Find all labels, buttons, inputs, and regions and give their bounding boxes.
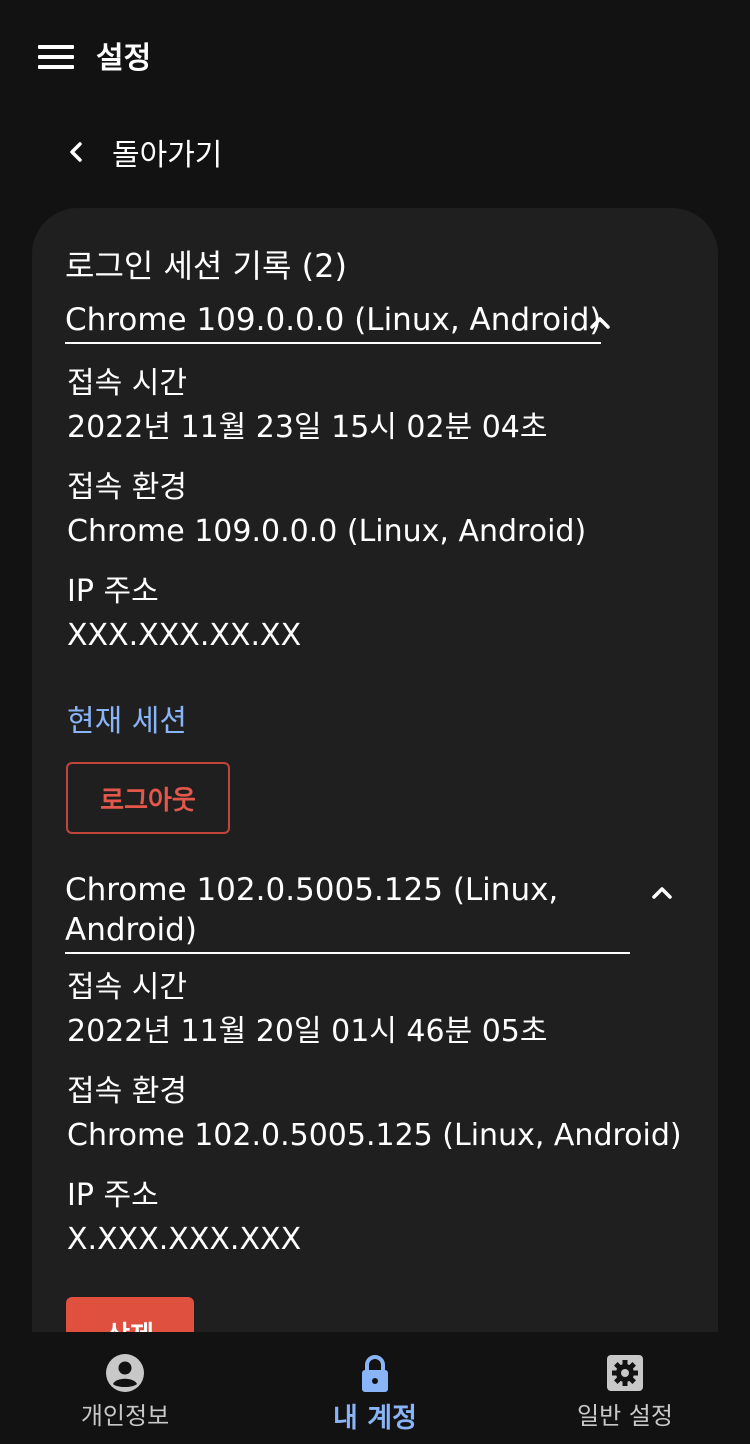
session-name[interactable]: Chrome 109.0.0.0 (Linux, Android) [65,300,602,344]
nav-item-general-settings[interactable]: 일반 설정 [500,1332,750,1444]
back-label: 돌아가기 [112,138,223,173]
bottom-navigation: 개인정보 내 계정 일반 설정 [0,1332,750,1444]
field-label-time: 접속 시간 [67,366,187,401]
field-value-env: Chrome 102.0.5005.125 (Linux, Android) [67,1118,682,1153]
field-label-ip: IP 주소 [67,574,159,609]
field-value-time: 2022년 11월 20일 01시 46분 05초 [67,1014,548,1049]
session-name[interactable]: Chrome 102.0.5005.125 (Linux, Android) [65,870,630,954]
account-circle-icon [106,1354,144,1392]
nav-label: 개인정보 [80,1402,170,1430]
gear-icon [607,1355,643,1391]
field-label-env: 접속 환경 [67,1074,187,1109]
logout-button[interactable]: 로그아웃 [66,762,230,834]
nav-label: 내 계정 [333,1403,417,1434]
page-title: 설정 [96,41,152,76]
chevron-up-icon[interactable] [647,878,677,908]
delete-session-button[interactable]: 삭제 [66,1297,194,1332]
chevron-up-icon[interactable] [585,308,615,338]
current-session-label: 현재 세션 [67,704,187,739]
session-item: Chrome 102.0.5005.125 (Linux, Android) [65,870,672,954]
card-title: 로그인 세션 기록 (2) [65,247,347,285]
lock-icon [362,1355,388,1392]
session-history-card: 로그인 세션 기록 (2) Chrome 109.0.0.0 (Linux, A… [32,208,718,1332]
app-header: 설정 [0,0,750,110]
field-value-env: Chrome 109.0.0.0 (Linux, Android) [67,514,587,549]
field-value-ip: X.XXX.XXX.XXX [67,1222,302,1257]
session-header[interactable]: Chrome 109.0.0.0 (Linux, Android) [65,300,665,344]
nav-label: 일반 설정 [577,1402,673,1430]
field-label-ip: IP 주소 [67,1178,159,1213]
nav-item-profile[interactable]: 개인정보 [0,1332,250,1444]
field-value-ip: XXX.XXX.XX.XX [67,618,302,653]
field-value-time: 2022년 11월 23일 15시 02분 04초 [67,410,548,445]
session-item: Chrome 109.0.0.0 (Linux, Android) [65,300,665,344]
field-label-env: 접속 환경 [67,470,187,505]
field-label-time: 접속 시간 [67,970,187,1005]
chevron-left-icon [70,142,82,162]
nav-item-my-account[interactable]: 내 계정 [250,1332,500,1444]
session-header[interactable]: Chrome 102.0.5005.125 (Linux, Android) [65,870,672,954]
hamburger-menu-icon[interactable] [38,45,74,69]
back-button[interactable]: 돌아가기 [62,128,222,176]
